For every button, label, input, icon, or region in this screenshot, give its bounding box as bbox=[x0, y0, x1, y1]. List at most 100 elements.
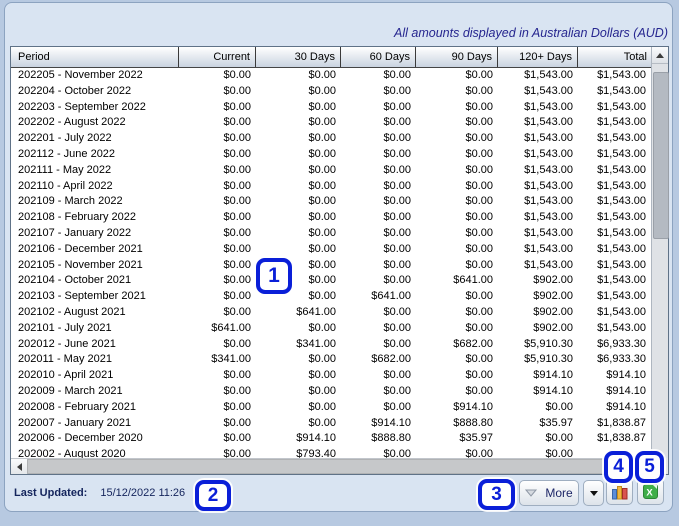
amount-cell: $0.00 bbox=[256, 147, 341, 163]
column-header-120-days[interactable]: 120+ Days bbox=[498, 47, 578, 67]
amount-cell: $0.00 bbox=[179, 337, 256, 353]
amount-cell: $0.00 bbox=[416, 131, 498, 147]
table-row[interactable]: 202112 - June 2022$0.00$0.00$0.00$0.00$1… bbox=[11, 147, 651, 163]
amount-cell: $641.00 bbox=[416, 273, 498, 289]
last-updated-value: 15/12/2022 11:26 bbox=[100, 487, 185, 499]
period-cell: 202106 - December 2021 bbox=[11, 242, 179, 258]
amount-cell: $0.00 bbox=[179, 179, 256, 195]
table-row[interactable]: 202006 - December 2020$0.00$914.10$888.8… bbox=[11, 431, 651, 447]
amount-cell: $0.00 bbox=[179, 147, 256, 163]
amount-cell: $0.00 bbox=[256, 115, 341, 131]
column-header-period[interactable]: Period bbox=[11, 47, 179, 67]
annotation-label: 4 bbox=[613, 456, 624, 478]
amount-cell: $0.00 bbox=[179, 194, 256, 210]
table-row[interactable]: 202111 - May 2022$0.00$0.00$0.00$0.00$1,… bbox=[11, 163, 651, 179]
amount-cell: $1,543.00 bbox=[578, 147, 651, 163]
table-header-row: PeriodCurrent30 Days60 Days90 Days120+ D… bbox=[11, 47, 651, 68]
amount-cell: $914.10 bbox=[498, 384, 578, 400]
period-cell: 202008 - February 2021 bbox=[11, 400, 179, 416]
arrow-up-icon bbox=[656, 53, 664, 58]
svg-text:X: X bbox=[646, 487, 653, 498]
table-row[interactable]: 202106 - December 2021$0.00$0.00$0.00$0.… bbox=[11, 242, 651, 258]
table-row[interactable]: 202201 - July 2022$0.00$0.00$0.00$0.00$1… bbox=[11, 131, 651, 147]
table-row[interactable]: 202101 - July 2021$641.00$0.00$0.00$0.00… bbox=[11, 321, 651, 337]
amount-cell: $1,543.00 bbox=[578, 179, 651, 195]
table-row[interactable]: 202110 - April 2022$0.00$0.00$0.00$0.00$… bbox=[11, 179, 651, 195]
scroll-left-button[interactable] bbox=[11, 459, 28, 474]
amount-cell: $0.00 bbox=[179, 258, 256, 274]
table-row[interactable]: 202002 - August 2020$0.00$793.40$0.00$0.… bbox=[11, 447, 651, 458]
amount-cell: $1,543.00 bbox=[498, 147, 578, 163]
vertical-scrollbar[interactable] bbox=[651, 47, 668, 458]
column-header-60-days[interactable]: 60 Days bbox=[341, 47, 416, 67]
vertical-scroll-thumb[interactable] bbox=[653, 72, 669, 239]
amount-cell: $1,543.00 bbox=[578, 305, 651, 321]
column-header-current[interactable]: Current bbox=[179, 47, 256, 67]
more-button[interactable]: More bbox=[519, 480, 579, 506]
last-updated: Last Updated:15/12/2022 11:26 bbox=[14, 487, 185, 499]
amount-cell: $0.00 bbox=[341, 68, 416, 84]
table-row[interactable]: 202105 - November 2021$0.00$0.00$0.00$0.… bbox=[11, 258, 651, 274]
amount-cell: $0.00 bbox=[256, 384, 341, 400]
period-cell: 202102 - August 2021 bbox=[11, 305, 179, 321]
amount-cell: $0.00 bbox=[341, 131, 416, 147]
amount-cell: $888.80 bbox=[416, 416, 498, 432]
period-cell: 202011 - May 2021 bbox=[11, 352, 179, 368]
table-row[interactable]: 202109 - March 2022$0.00$0.00$0.00$0.00$… bbox=[11, 194, 651, 210]
aged-balances-screen: All amounts displayed in Australian Doll… bbox=[0, 0, 679, 526]
period-cell: 202108 - February 2022 bbox=[11, 210, 179, 226]
period-cell: 202007 - January 2021 bbox=[11, 416, 179, 432]
amount-cell: $1,543.00 bbox=[498, 194, 578, 210]
amount-cell: $1,543.00 bbox=[578, 100, 651, 116]
table-row[interactable]: 202103 - September 2021$0.00$0.00$641.00… bbox=[11, 289, 651, 305]
more-dropdown-button[interactable] bbox=[583, 480, 604, 506]
horizontal-scrollbar[interactable] bbox=[11, 458, 651, 474]
amount-cell: $0.00 bbox=[341, 400, 416, 416]
amount-cell: $1,543.00 bbox=[498, 258, 578, 274]
table-row[interactable]: 202009 - March 2021$0.00$0.00$0.00$0.00$… bbox=[11, 384, 651, 400]
amount-cell: $1,838.87 bbox=[578, 416, 651, 432]
table-row[interactable]: 202204 - October 2022$0.00$0.00$0.00$0.0… bbox=[11, 84, 651, 100]
column-header-total[interactable]: Total bbox=[578, 47, 651, 67]
amount-cell: $0.00 bbox=[256, 84, 341, 100]
amount-cell: $0.00 bbox=[256, 194, 341, 210]
amount-cell: $0.00 bbox=[179, 273, 256, 289]
amount-cell: $0.00 bbox=[256, 100, 341, 116]
amount-cell: $0.00 bbox=[341, 194, 416, 210]
table-row[interactable]: 202205 - November 2022$0.00$0.00$0.00$0.… bbox=[11, 68, 651, 84]
horizontal-scroll-thumb[interactable] bbox=[27, 459, 639, 474]
caret-down-icon bbox=[590, 491, 598, 496]
column-header-30-days[interactable]: 30 Days bbox=[256, 47, 341, 67]
amount-cell: $0.00 bbox=[416, 194, 498, 210]
period-cell: 202109 - March 2022 bbox=[11, 194, 179, 210]
amount-cell: $0.00 bbox=[416, 384, 498, 400]
amount-cell: $1,543.00 bbox=[498, 100, 578, 116]
table-row[interactable]: 202012 - June 2021$0.00$341.00$0.00$682.… bbox=[11, 337, 651, 353]
amount-cell: $0.00 bbox=[179, 416, 256, 432]
period-cell: 202002 - August 2020 bbox=[11, 447, 179, 458]
table-row[interactable]: 202202 - August 2022$0.00$0.00$0.00$0.00… bbox=[11, 115, 651, 131]
amount-cell: $0.00 bbox=[179, 289, 256, 305]
more-button-label: More bbox=[545, 486, 572, 500]
amount-cell: $793.40 bbox=[256, 447, 341, 458]
amount-cell: $1,543.00 bbox=[498, 131, 578, 147]
bar-chart-icon bbox=[611, 484, 629, 500]
annotation-label: 3 bbox=[491, 484, 502, 506]
amount-cell: $1,543.00 bbox=[498, 179, 578, 195]
amount-cell: $5,910.30 bbox=[498, 337, 578, 353]
amount-cell: $0.00 bbox=[341, 84, 416, 100]
amount-cell: $914.10 bbox=[416, 400, 498, 416]
table-row[interactable]: 202008 - February 2021$0.00$0.00$0.00$91… bbox=[11, 400, 651, 416]
table-row[interactable]: 202011 - May 2021$341.00$0.00$682.00$0.0… bbox=[11, 352, 651, 368]
scroll-up-button[interactable] bbox=[652, 47, 668, 64]
period-cell: 202202 - August 2022 bbox=[11, 115, 179, 131]
column-header-90-days[interactable]: 90 Days bbox=[416, 47, 498, 67]
table-row[interactable]: 202203 - September 2022$0.00$0.00$0.00$0… bbox=[11, 100, 651, 116]
table-row[interactable]: 202107 - January 2022$0.00$0.00$0.00$0.0… bbox=[11, 226, 651, 242]
table-row[interactable]: 202108 - February 2022$0.00$0.00$0.00$0.… bbox=[11, 210, 651, 226]
table-row[interactable]: 202007 - January 2021$0.00$0.00$914.10$8… bbox=[11, 416, 651, 432]
amount-cell: $0.00 bbox=[256, 400, 341, 416]
table-row[interactable]: 202104 - October 2021$0.00$0.00$0.00$641… bbox=[11, 273, 651, 289]
table-row[interactable]: 202102 - August 2021$0.00$641.00$0.00$0.… bbox=[11, 305, 651, 321]
table-row[interactable]: 202010 - April 2021$0.00$0.00$0.00$0.00$… bbox=[11, 368, 651, 384]
